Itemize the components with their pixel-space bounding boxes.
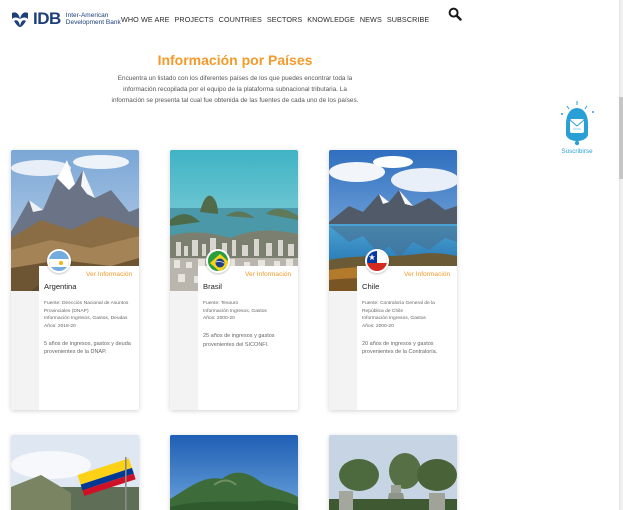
subscribe-label: Suscribirse <box>561 148 593 155</box>
card-body: Argentina Fuente: Dirección Nacional de … <box>39 266 139 410</box>
search-icon[interactable] <box>448 7 462 21</box>
card-info-type: Información Ingresos, Gastos <box>362 316 426 322</box>
page-title: Información por Países <box>157 52 313 68</box>
page-scrollbar[interactable] <box>619 0 623 510</box>
logo-abbreviation: IDB <box>33 9 61 28</box>
country-name: Chile <box>362 282 380 291</box>
country-card-argentina[interactable]: Ver Información Argentina Fuente: Direcc… <box>11 150 139 410</box>
mail-bell-icon <box>557 100 597 146</box>
card-source: Fuente: Dirección Nacional de Asuntos Pr… <box>44 301 129 314</box>
nav-news[interactable]: NEWS <box>360 15 382 24</box>
card-years: Años: 2000-20 <box>362 324 394 330</box>
intro-text: Encuentra un listado con los diferentes … <box>111 75 359 105</box>
main-nav: WHO WE ARE PROJECTS COUNTRIES SECTORS KN… <box>121 15 429 24</box>
card-info-type: Información Ingresos, Gastos, Deudas <box>44 316 128 322</box>
card-body: Chile Fuente: Contraloría General de la … <box>357 266 457 410</box>
country-card-next-2[interactable] <box>329 435 457 510</box>
nav-knowledge[interactable]: KNOWLEDGE <box>307 15 355 24</box>
colombia-landscape-image <box>11 435 139 510</box>
card-source: Fuente: Tesouro <box>203 301 239 306</box>
card-description: 25 años de ingresos y gastos proveniente… <box>203 333 275 348</box>
argentina-flag-icon <box>47 249 71 273</box>
country-card-next-1[interactable] <box>170 435 298 510</box>
nav-countries[interactable]: COUNTRIES <box>219 15 262 24</box>
landscape-image <box>170 435 298 510</box>
country-name: Brasil <box>203 282 222 291</box>
card-source: Fuente: Contraloría General de la Repúbl… <box>362 301 435 314</box>
ruins-landscape-image <box>329 435 457 510</box>
logo-fullname: Inter-American Development Bank <box>66 12 121 26</box>
country-name: Argentina <box>44 282 77 291</box>
nav-projects[interactable]: PROJECTS <box>175 15 214 24</box>
site-header: IDB Inter-American Development Bank WHO … <box>0 0 623 40</box>
card-info-type: Información Ingresos, Gastos <box>203 308 267 314</box>
ver-informacion-link[interactable]: Ver Información <box>86 271 132 278</box>
card-body: Brasil Fuente: Tesouro Información Ingre… <box>198 266 298 410</box>
country-card-colombia[interactable] <box>11 435 139 510</box>
nav-who-we-are[interactable]: WHO WE ARE <box>121 15 170 24</box>
brasil-flag-icon <box>206 249 230 273</box>
nav-subscribe[interactable]: SUBSCRIBE <box>387 15 429 24</box>
chile-flag-icon <box>365 249 389 273</box>
idb-logo[interactable]: IDB Inter-American Development Bank <box>10 9 121 29</box>
country-card-chile[interactable]: Ver Información Chile Fuente: Contralorí… <box>329 150 457 410</box>
logo-line-2: Development Bank <box>65 19 121 26</box>
scrollbar-thumb[interactable] <box>619 97 623 179</box>
card-years: Años: 2018-20 <box>44 324 76 330</box>
subscribe-widget[interactable]: Suscribirse <box>556 100 598 155</box>
nav-sectors[interactable]: SECTORS <box>267 15 302 24</box>
logo-line-1: Inter-American <box>65 12 109 19</box>
ver-informacion-link[interactable]: Ver Información <box>245 271 291 278</box>
ver-informacion-link[interactable]: Ver Información <box>404 271 450 278</box>
country-card-brasil[interactable]: Ver Información Brasil Fuente: Tesouro I… <box>170 150 298 410</box>
card-description: 20 años de ingresos y gastos proveniente… <box>362 340 438 356</box>
card-description: 5 años de ingresos, gastos y deuda prove… <box>44 340 131 356</box>
card-years: Años: 2000-20 <box>203 316 235 322</box>
idb-logo-icon <box>10 9 30 29</box>
